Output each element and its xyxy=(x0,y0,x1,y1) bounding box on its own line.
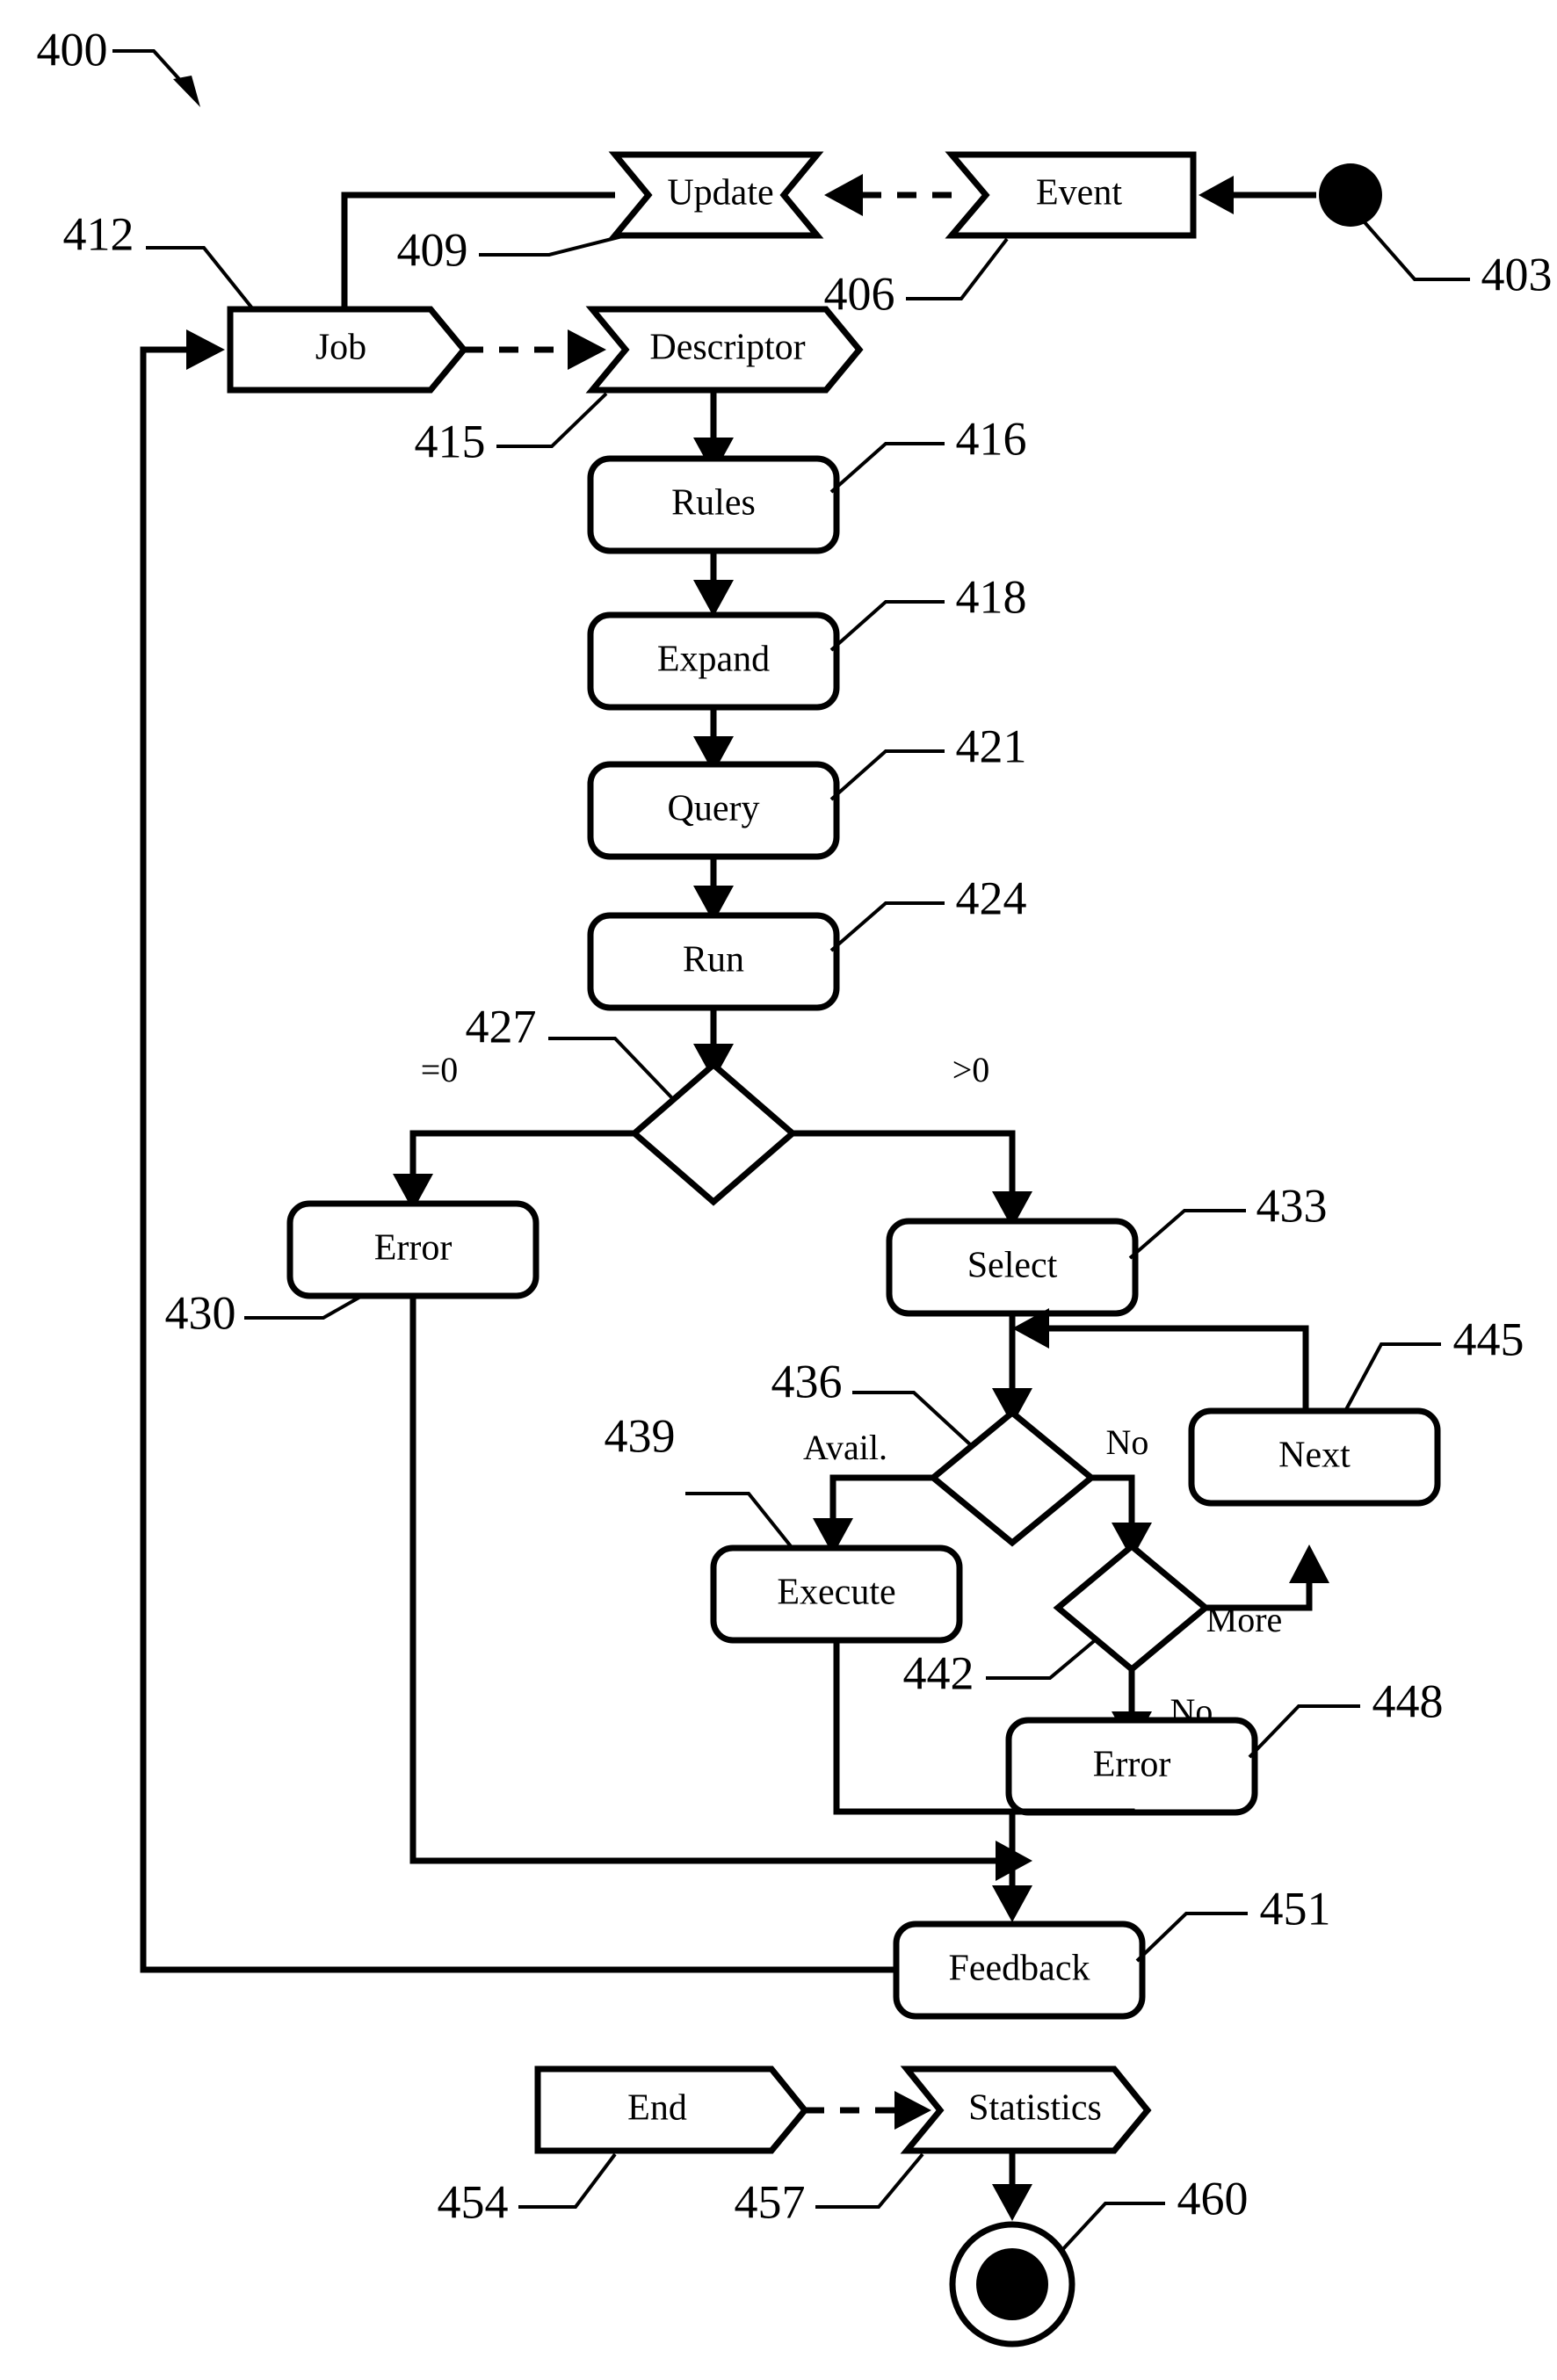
ref-number-403: 403 xyxy=(1481,248,1553,300)
leader-454 xyxy=(518,2152,617,2209)
ref-number-442: 442 xyxy=(903,1646,974,1699)
leader-400 xyxy=(112,49,197,98)
ref-number-418: 418 xyxy=(956,570,1027,623)
node-error-none-avail-label: Error xyxy=(1093,1745,1171,1785)
node-event-label: Event xyxy=(1036,173,1122,213)
leader-445 xyxy=(1343,1342,1441,1414)
edge-rules-to-expand-arrowhead xyxy=(693,580,734,617)
leader-460 xyxy=(1060,2202,1165,2253)
ref-number-427: 427 xyxy=(466,1000,537,1053)
edge-job-to-descriptor-arrowhead xyxy=(568,329,606,370)
edge-decision442-to-next-arrowhead xyxy=(1289,1544,1329,1583)
leader-403 xyxy=(1363,221,1470,281)
leader-424 xyxy=(829,901,945,952)
edge-feedback-to-job xyxy=(140,346,896,1973)
node-select-label: Select xyxy=(967,1246,1058,1286)
leader-409 xyxy=(479,234,626,257)
leader-439 xyxy=(685,1492,793,1548)
leader-416 xyxy=(829,442,945,494)
node-rules-label: Rules xyxy=(671,483,756,524)
node-expand-label: Expand xyxy=(657,640,770,680)
node-descriptor-label: Descriptor xyxy=(649,328,805,368)
edge-decision436-to-execute xyxy=(829,1474,933,1520)
leader-406 xyxy=(906,237,1009,300)
leader-430 xyxy=(244,1294,363,1320)
ref-number-415: 415 xyxy=(415,415,486,467)
initial-state-node xyxy=(1319,163,1382,227)
ref-number-409: 409 xyxy=(397,223,468,276)
ref-number-406: 406 xyxy=(824,267,895,320)
edge-event-to-update-arrowhead xyxy=(824,174,863,216)
leader-457 xyxy=(815,2152,924,2209)
edge-label-count-zero: =0 xyxy=(421,1050,459,1089)
ref-number-454: 454 xyxy=(438,2175,509,2228)
edge-decision427-to-error430 xyxy=(409,1130,634,1176)
leader-433 xyxy=(1128,1209,1246,1260)
node-error-no-match-label: Error xyxy=(374,1228,453,1269)
node-statistics-label: Statistics xyxy=(968,2088,1102,2129)
ref-number-416: 416 xyxy=(956,412,1027,465)
edge-label-available: Avail. xyxy=(803,1428,887,1467)
leader-421 xyxy=(829,749,945,801)
node-run-label: Run xyxy=(683,940,744,980)
ref-number-433: 433 xyxy=(1256,1179,1328,1232)
figure-number-400: 400 xyxy=(37,23,108,76)
final-state-inner-dot xyxy=(976,2248,1048,2320)
edge-next-loop-back xyxy=(1047,1325,1309,1411)
leader-415 xyxy=(496,392,608,448)
ref-number-457: 457 xyxy=(735,2175,806,2228)
node-feedback-label: Feedback xyxy=(949,1949,1090,1989)
node-query-label: Query xyxy=(668,789,760,829)
leader-448 xyxy=(1248,1704,1360,1759)
edge-label-count-positive: >0 xyxy=(952,1050,990,1089)
patent-figure-container: 400 403 Event 406 Update 409 Job 412 Des… xyxy=(0,0,1557,2380)
ref-number-436: 436 xyxy=(771,1355,843,1407)
ref-number-430: 430 xyxy=(165,1286,236,1339)
edge-feedback-to-job-arrowhead xyxy=(186,329,225,370)
ref-number-421: 421 xyxy=(956,720,1027,772)
node-end-label: End xyxy=(627,2088,687,2129)
edge-label-not-available: No xyxy=(1106,1422,1149,1462)
leader-400-arrowhead xyxy=(173,76,200,107)
node-job-label: Job xyxy=(315,328,366,368)
node-update-label: Update xyxy=(667,173,773,213)
edge-initial-to-event-arrowhead xyxy=(1199,176,1234,214)
ref-number-448: 448 xyxy=(1372,1675,1444,1727)
edge-merge-to-feedback-arrowhead xyxy=(992,1885,1032,1922)
ref-number-460: 460 xyxy=(1177,2172,1249,2224)
leader-427 xyxy=(548,1037,674,1100)
node-next-label: Next xyxy=(1278,1436,1351,1476)
ref-number-412: 412 xyxy=(63,207,134,260)
edge-decision436-to-decision442 xyxy=(1091,1474,1135,1524)
activity-diagram: 400 403 Event 406 Update 409 Job 412 Des… xyxy=(37,23,1553,2347)
ref-number-445: 445 xyxy=(1453,1313,1524,1365)
ref-number-451: 451 xyxy=(1260,1882,1331,1935)
node-execute-label: Execute xyxy=(777,1573,895,1613)
leader-418 xyxy=(829,600,945,652)
ref-number-439: 439 xyxy=(605,1409,676,1462)
leader-412 xyxy=(146,246,255,311)
edge-statistics-to-final-arrowhead xyxy=(992,2184,1032,2221)
edge-decision427-to-select xyxy=(793,1130,1016,1193)
leader-442 xyxy=(986,1639,1096,1680)
leader-451 xyxy=(1135,1912,1248,1963)
ref-number-424: 424 xyxy=(956,872,1027,924)
